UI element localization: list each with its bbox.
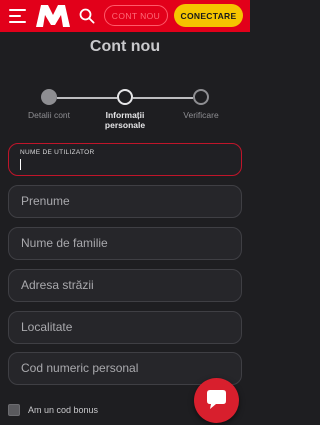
step-2-indicator xyxy=(117,89,133,105)
street-address-placeholder: Adresa străzii xyxy=(21,278,94,292)
username-field[interactable]: NUME DE UTILIZATOR xyxy=(8,143,242,176)
city-placeholder: Localitate xyxy=(21,320,73,334)
bonus-code-label[interactable]: Am un cod bonus xyxy=(28,405,98,415)
hamburger-menu-icon[interactable] xyxy=(9,9,26,23)
first-name-placeholder: Prenume xyxy=(21,194,70,208)
top-navigation-bar: CONT NOU CONECTARE xyxy=(0,0,250,32)
last-name-placeholder: Nume de familie xyxy=(21,236,108,250)
step-2-label: Informații personale xyxy=(104,110,146,130)
step-3-label: Verificare xyxy=(183,110,219,120)
registration-stepper: Detalii cont Informații personale Verifi… xyxy=(0,88,250,138)
page-title: Cont nou xyxy=(89,38,161,55)
username-field-label: NUME DE UTILIZATOR xyxy=(20,149,95,156)
street-address-field[interactable]: Adresa străzii xyxy=(8,269,242,302)
step-3-indicator xyxy=(193,89,209,105)
step-1-indicator xyxy=(41,89,57,105)
personal-id-placeholder: Cod numeric personal xyxy=(21,361,139,375)
brand-logo-icon[interactable] xyxy=(35,3,71,29)
last-name-field[interactable]: Nume de familie xyxy=(8,227,242,260)
bonus-code-checkbox[interactable] xyxy=(8,404,20,416)
stepper-connector xyxy=(57,97,117,99)
text-cursor xyxy=(20,159,21,170)
stepper-connector xyxy=(133,97,193,99)
search-icon[interactable] xyxy=(79,8,95,24)
first-name-field[interactable]: Prenume xyxy=(8,185,242,218)
live-chat-button[interactable] xyxy=(194,378,239,423)
register-button[interactable]: CONT NOU xyxy=(104,5,168,26)
step-1-label: Detalii cont xyxy=(27,110,71,120)
chat-bubble-icon xyxy=(207,390,226,409)
city-field[interactable]: Localitate xyxy=(8,311,242,344)
login-button[interactable]: CONECTARE xyxy=(174,4,243,27)
